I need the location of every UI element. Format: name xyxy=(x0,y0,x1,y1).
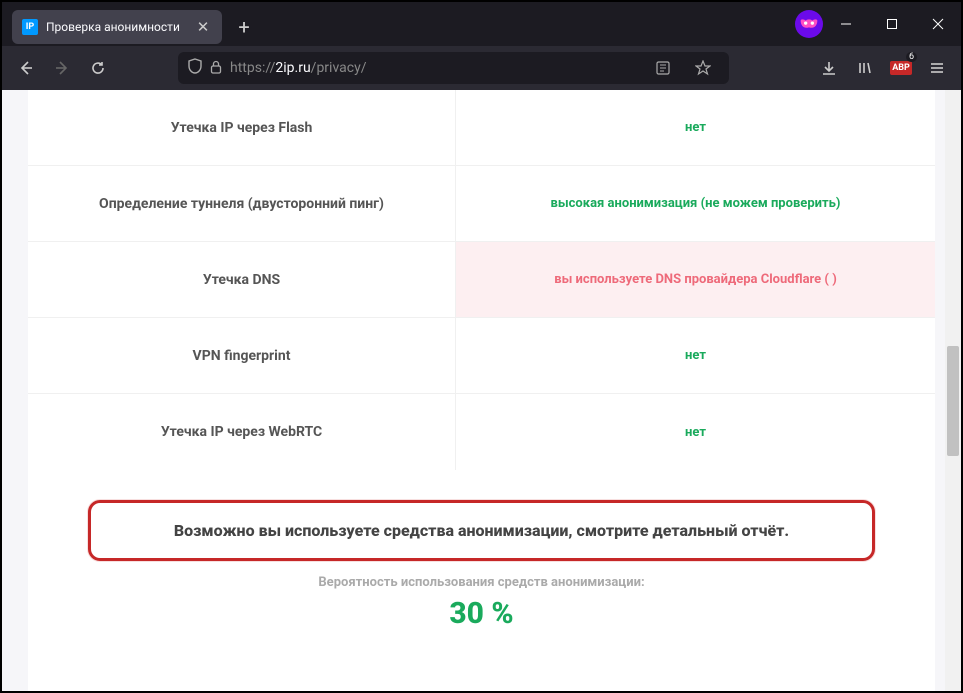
row-value: нет xyxy=(456,90,935,165)
row-value: высокая анонимизация (не можем проверить… xyxy=(456,166,935,241)
titlebar: IP Проверка анонимности ✕ + xyxy=(2,2,961,46)
back-button[interactable] xyxy=(10,52,42,84)
probability-label: Вероятность использования средств аноним… xyxy=(88,575,875,590)
hamburger-icon xyxy=(929,60,945,76)
reader-mode-button[interactable] xyxy=(647,52,679,84)
bookmark-button[interactable] xyxy=(687,52,719,84)
tab-favicon: IP xyxy=(22,19,38,35)
maximize-icon xyxy=(886,18,898,30)
tab-title: Проверка анонимности xyxy=(46,20,186,34)
profile-avatar[interactable] xyxy=(795,10,823,38)
minimize-button[interactable] xyxy=(823,2,869,46)
downloads-button[interactable] xyxy=(813,52,845,84)
row-label: VPN fingerprint xyxy=(28,318,456,393)
row-label: Утечка IP через Flash xyxy=(28,90,456,165)
nav-toolbar: https://2ip.ru/privacy/ ABP 6 xyxy=(2,46,961,90)
row-value: вы используете DNS провайдера Cloudflare… xyxy=(456,242,935,317)
scrollbar[interactable] xyxy=(945,90,961,691)
url-text: https://2ip.ru/privacy/ xyxy=(230,60,639,76)
results-table: Утечка IP через FlashнетОпределение тунн… xyxy=(28,90,935,470)
abp-icon: ABP xyxy=(890,61,912,75)
table-row: Утечка IP через Flashнет xyxy=(28,90,935,166)
browser-tab[interactable]: IP Проверка анонимности ✕ xyxy=(12,10,222,44)
minimize-icon xyxy=(840,18,852,30)
url-bar[interactable]: https://2ip.ru/privacy/ xyxy=(178,52,729,84)
close-icon xyxy=(932,18,944,30)
row-value: нет xyxy=(456,318,935,393)
library-button[interactable] xyxy=(849,52,881,84)
row-label: Определение туннеля (двусторонний пинг) xyxy=(28,166,456,241)
reload-button[interactable] xyxy=(82,52,114,84)
scrollbar-thumb[interactable] xyxy=(947,346,959,456)
browser-window: IP Проверка анонимности ✕ + xyxy=(2,2,961,691)
star-icon xyxy=(695,60,711,76)
library-icon xyxy=(857,60,873,76)
download-icon xyxy=(821,60,837,76)
page-content: Утечка IP через FlashнетОпределение тунн… xyxy=(2,90,961,691)
reload-icon xyxy=(90,60,106,76)
tab-close-button[interactable]: ✕ xyxy=(194,18,212,36)
abp-badge-count: 6 xyxy=(906,52,917,62)
close-button[interactable] xyxy=(915,2,961,46)
row-value: нет xyxy=(456,394,935,470)
row-label: Утечка DNS xyxy=(28,242,456,317)
page-body: Утечка IP через FlashнетОпределение тунн… xyxy=(28,90,935,691)
lock-icon[interactable] xyxy=(210,59,222,78)
table-row: Утечка IP через WebRTCнет xyxy=(28,394,935,470)
table-row: Определение туннеля (двусторонний пинг)в… xyxy=(28,166,935,242)
summary-message: Возможно вы используете средства аноними… xyxy=(88,500,875,561)
mask-icon xyxy=(799,18,819,30)
probability-value: 30 % xyxy=(88,596,875,631)
maximize-button[interactable] xyxy=(869,2,915,46)
forward-button xyxy=(46,52,78,84)
abp-button[interactable]: ABP 6 xyxy=(885,52,917,84)
row-label: Утечка IP через WebRTC xyxy=(28,394,456,470)
shield-icon[interactable] xyxy=(188,58,202,78)
app-menu-button[interactable] xyxy=(921,52,953,84)
table-row: VPN fingerprintнет xyxy=(28,318,935,394)
arrow-left-icon xyxy=(17,59,35,77)
new-tab-button[interactable]: + xyxy=(228,11,260,43)
arrow-right-icon xyxy=(53,59,71,77)
reader-icon xyxy=(656,61,670,75)
summary-section: Возможно вы используете средства аноними… xyxy=(28,470,935,631)
table-row: Утечка DNSвы используете DNS провайдера … xyxy=(28,242,935,318)
